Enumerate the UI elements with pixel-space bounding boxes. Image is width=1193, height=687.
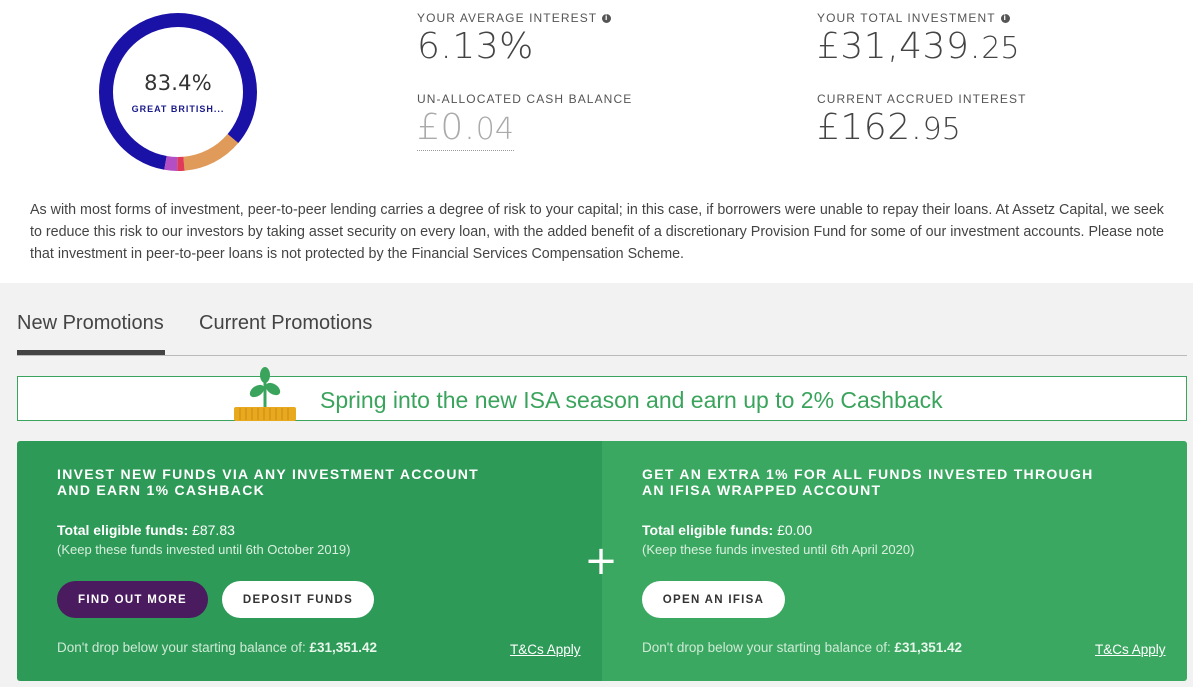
unallocated-cash-decimals: 04 <box>475 112 514 147</box>
card-title: INVEST NEW FUNDS VIA ANY INVESTMENT ACCO… <box>57 466 479 498</box>
starting-balance-value: £31,351.42 <box>309 640 378 655</box>
keep-invested-note: (Keep these funds invested until 6th Oct… <box>57 542 351 557</box>
info-icon[interactable]: i <box>602 13 612 23</box>
info-icon[interactable]: i <box>1000 13 1010 23</box>
total-investment-decimals: 25 <box>981 31 1020 66</box>
promotion-cards: INVEST NEW FUNDS VIA ANY INVESTMENT ACCO… <box>17 441 1187 681</box>
starting-balance-label: Don't drop below your starting balance o… <box>642 640 891 655</box>
accrued-interest-decimals: 95 <box>922 112 961 147</box>
banner-text: Spring into the new ISA season and earn … <box>320 387 943 413</box>
total-investment-stat: YOUR TOTAL INVESTMENT i £31,439.25 <box>817 11 1020 65</box>
active-tab-indicator <box>17 350 165 355</box>
isa-promo-banner: Spring into the new ISA season and earn … <box>17 367 1187 421</box>
starting-balance-label: Don't drop below your starting balance o… <box>57 640 306 655</box>
tcs-link[interactable]: T&Cs Apply <box>1095 642 1166 657</box>
average-interest-value: 6.13% <box>417 26 534 67</box>
eligible-funds: Total eligible funds: £0.00 <box>642 522 812 538</box>
accrued-interest-label: CURRENT ACCRUED INTEREST <box>817 92 1027 106</box>
risk-warning-text: As with most forms of investment, peer-t… <box>30 202 1165 262</box>
cashback-promo-card: INVEST NEW FUNDS VIA ANY INVESTMENT ACCO… <box>17 441 602 681</box>
unallocated-cash-stat: UN-ALLOCATED CASH BALANCE £0.04 <box>417 92 632 151</box>
unallocated-cash-link[interactable]: £0.04 <box>417 110 514 151</box>
ifisa-promo-card: GET AN EXTRA 1% FOR ALL FUNDS INVESTED T… <box>602 441 1187 681</box>
promotions-section: New Promotions Current Promotions Spring… <box>0 283 1193 687</box>
tab-new-promotions[interactable]: New Promotions <box>17 312 164 335</box>
deposit-funds-button[interactable]: DEPOSIT FUNDS <box>222 581 374 618</box>
eligible-funds: Total eligible funds: £87.83 <box>57 522 235 538</box>
donut-percent: 83.4% <box>144 70 212 95</box>
eligible-funds-value: £0.00 <box>777 522 813 538</box>
donut-center: 83.4% GREAT BRITISH... <box>97 11 259 173</box>
find-out-more-button[interactable]: FIND OUT MORE <box>57 581 208 618</box>
average-interest-label: YOUR AVERAGE INTEREST <box>417 11 598 25</box>
total-investment-value: £31,439. <box>817 26 982 67</box>
keep-invested-note: (Keep these funds invested until 6th Apr… <box>642 542 915 557</box>
plant-coins-icon <box>234 367 296 421</box>
average-interest-stat: YOUR AVERAGE INTEREST i 6.13% <box>417 11 612 67</box>
starting-balance-note: Don't drop below your starting balance o… <box>57 640 377 655</box>
plus-icon: + <box>584 538 618 584</box>
portfolio-summary: 83.4% GREAT BRITISH... YOUR AVERAGE INTE… <box>0 0 1193 283</box>
eligible-funds-value: £87.83 <box>192 522 235 538</box>
unallocated-cash-label: UN-ALLOCATED CASH BALANCE <box>417 92 633 106</box>
starting-balance-value: £31,351.42 <box>894 640 963 655</box>
unallocated-cash-value: £0. <box>417 107 476 148</box>
card-title: GET AN EXTRA 1% FOR ALL FUNDS INVESTED T… <box>642 466 1094 498</box>
eligible-funds-label: Total eligible funds: <box>642 522 774 538</box>
donut-label: GREAT BRITISH... <box>131 103 225 114</box>
accrued-interest-stat: CURRENT ACCRUED INTEREST £162.95 <box>817 92 1027 146</box>
promotions-tabs: New Promotions Current Promotions <box>17 295 1187 356</box>
open-ifisa-button[interactable]: OPEN AN IFISA <box>642 581 785 618</box>
starting-balance-note: Don't drop below your starting balance o… <box>642 640 962 655</box>
tcs-link[interactable]: T&Cs Apply <box>510 642 581 657</box>
accrued-interest-value: £162. <box>817 107 923 148</box>
eligible-funds-label: Total eligible funds: <box>57 522 189 538</box>
total-investment-label: YOUR TOTAL INVESTMENT <box>817 11 996 25</box>
tab-current-promotions[interactable]: Current Promotions <box>199 312 372 335</box>
